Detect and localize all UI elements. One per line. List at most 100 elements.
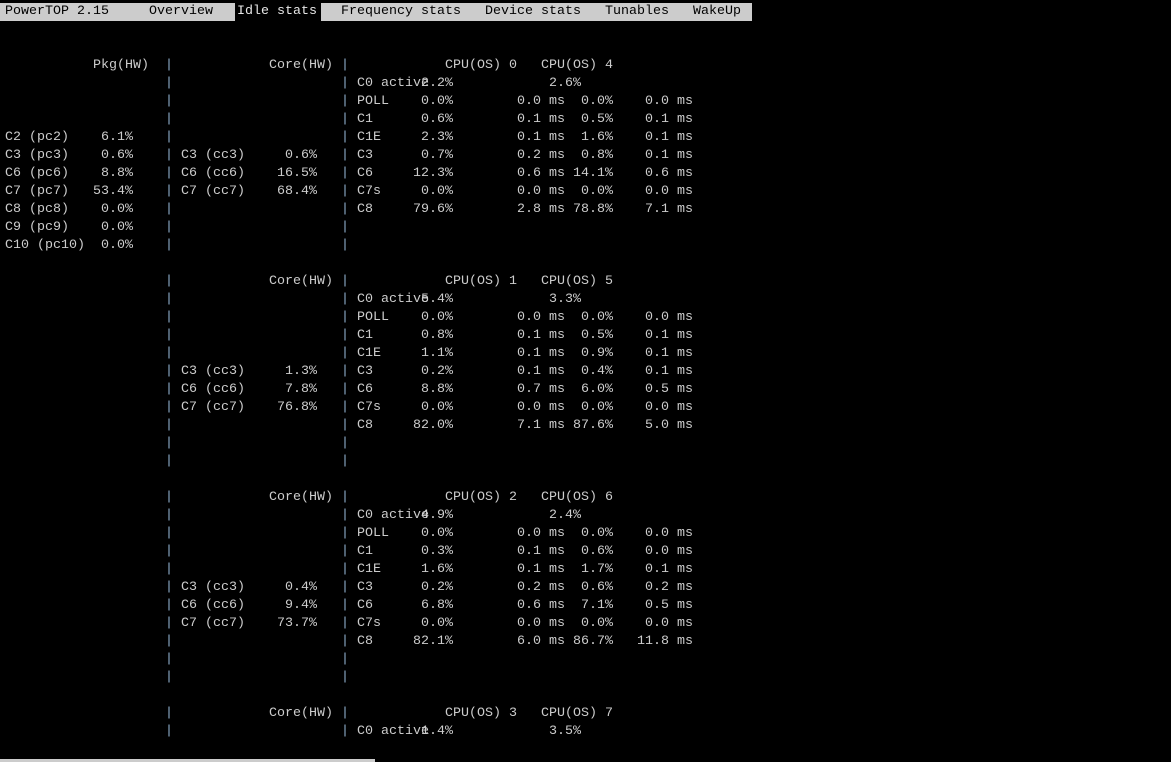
cpu-header: CPU(OS) 2: [445, 490, 517, 505]
core-state-pct: 16.5%: [277, 166, 317, 181]
time-unit: ms: [677, 634, 693, 649]
core-state-name: C7 (cc7): [181, 184, 245, 199]
column-separator: |: [165, 454, 173, 469]
cpu-header: CPU(OS) 1: [445, 274, 517, 289]
cstate-time: 0.0: [517, 526, 541, 541]
column-separator: |: [341, 706, 349, 721]
cstate-name: C6: [357, 166, 373, 181]
cstate-pct: 0.6%: [421, 112, 453, 127]
cstate-pct: 0.0%: [421, 94, 453, 109]
column-separator: |: [341, 454, 349, 469]
tab-overview[interactable]: Overview: [149, 3, 213, 21]
tab-device-stats[interactable]: Device stats: [485, 3, 581, 21]
column-separator: |: [341, 418, 349, 433]
time-unit: ms: [677, 400, 693, 415]
cstate-pct: 6.8%: [421, 598, 453, 613]
cstate-name: C1: [357, 328, 373, 343]
time-unit: ms: [549, 184, 565, 199]
package-state-pct: 53.4%: [93, 184, 133, 199]
time-unit: ms: [549, 112, 565, 127]
core-state-pct: 76.8%: [277, 400, 317, 415]
column-separator: |: [165, 148, 173, 163]
cstate-pct: 0.0%: [421, 616, 453, 631]
time-unit: ms: [549, 166, 565, 181]
cstate-time: 5.0: [645, 418, 669, 433]
cstate-name: C0 active: [357, 76, 429, 91]
cstate-time: 11.8: [637, 634, 669, 649]
tab-wakeup[interactable]: WakeUp: [693, 3, 741, 21]
column-separator: |: [165, 598, 173, 613]
time-unit: ms: [677, 580, 693, 595]
cstate-time: 0.0: [517, 94, 541, 109]
cstate-time: 0.1: [645, 148, 669, 163]
cstate-name: C1E: [357, 346, 381, 361]
column-separator: |: [165, 634, 173, 649]
cstate-name: C3: [357, 364, 373, 379]
cstate-pct: 6.0%: [581, 382, 613, 397]
package-state-name: C9 (pc9): [5, 220, 69, 235]
cstate-time: 0.1: [517, 364, 541, 379]
cstate-name: C7s: [357, 400, 381, 415]
column-separator: |: [341, 220, 349, 235]
cpu-header: CPU(OS) 3: [445, 706, 517, 721]
column-separator: |: [165, 292, 173, 307]
column-separator: |: [341, 508, 349, 523]
core-state-name: C3 (cc3): [181, 364, 245, 379]
cstate-name: C1: [357, 112, 373, 127]
cstate-pct: 2.4%: [549, 508, 581, 523]
cstate-pct: 0.6%: [581, 580, 613, 595]
time-unit: ms: [677, 148, 693, 163]
time-unit: ms: [549, 130, 565, 145]
package-title: Pkg(HW): [93, 58, 149, 73]
cstate-name: C3: [357, 580, 373, 595]
time-unit: ms: [549, 148, 565, 163]
cstate-name: POLL: [357, 310, 389, 325]
cstate-name: C8: [357, 634, 373, 649]
cstate-pct: 87.6%: [573, 418, 613, 433]
cstate-pct: 12.3%: [413, 166, 453, 181]
cstate-time: 0.0: [645, 310, 669, 325]
column-separator: |: [165, 508, 173, 523]
cstate-pct: 82.1%: [413, 634, 453, 649]
package-state-name: C2 (pc2): [5, 130, 69, 145]
cstate-pct: 1.6%: [421, 562, 453, 577]
cpu-header: CPU(OS) 5: [541, 274, 613, 289]
time-unit: ms: [677, 382, 693, 397]
time-unit: ms: [677, 346, 693, 361]
cstate-pct: 0.0%: [421, 400, 453, 415]
cstate-time: 0.2: [517, 148, 541, 163]
time-unit: ms: [549, 202, 565, 217]
core-state-pct: 68.4%: [277, 184, 317, 199]
cstate-pct: 2.3%: [421, 130, 453, 145]
cstate-pct: 7.1%: [581, 598, 613, 613]
tab-frequency-stats[interactable]: Frequency stats: [341, 3, 461, 21]
time-unit: ms: [549, 598, 565, 613]
column-separator: |: [341, 346, 349, 361]
tab-tunables[interactable]: Tunables: [605, 3, 669, 21]
cstate-pct: 2.6%: [549, 76, 581, 91]
package-state-name: C8 (pc8): [5, 202, 69, 217]
column-separator: |: [165, 346, 173, 361]
column-separator: |: [341, 148, 349, 163]
column-separator: |: [341, 616, 349, 631]
column-separator: |: [165, 562, 173, 577]
cstate-pct: 0.2%: [421, 364, 453, 379]
core-state-name: C6 (cc6): [181, 166, 245, 181]
package-state-name: C3 (pc3): [5, 148, 69, 163]
cstate-name: C3: [357, 148, 373, 163]
time-unit: ms: [549, 544, 565, 559]
cstate-pct: 2.2%: [421, 76, 453, 91]
core-state-pct: 73.7%: [277, 616, 317, 631]
time-unit: ms: [677, 112, 693, 127]
cstate-time: 0.6: [645, 166, 669, 181]
column-separator: |: [165, 400, 173, 415]
cstate-time: 0.6: [517, 166, 541, 181]
column-separator: |: [341, 652, 349, 667]
column-separator: |: [341, 634, 349, 649]
column-separator: |: [341, 328, 349, 343]
column-separator: |: [341, 184, 349, 199]
cstate-pct: 78.8%: [573, 202, 613, 217]
tab-idle-stats[interactable]: Idle stats: [235, 3, 321, 21]
column-separator: |: [341, 76, 349, 91]
cstate-time: 0.1: [645, 328, 669, 343]
